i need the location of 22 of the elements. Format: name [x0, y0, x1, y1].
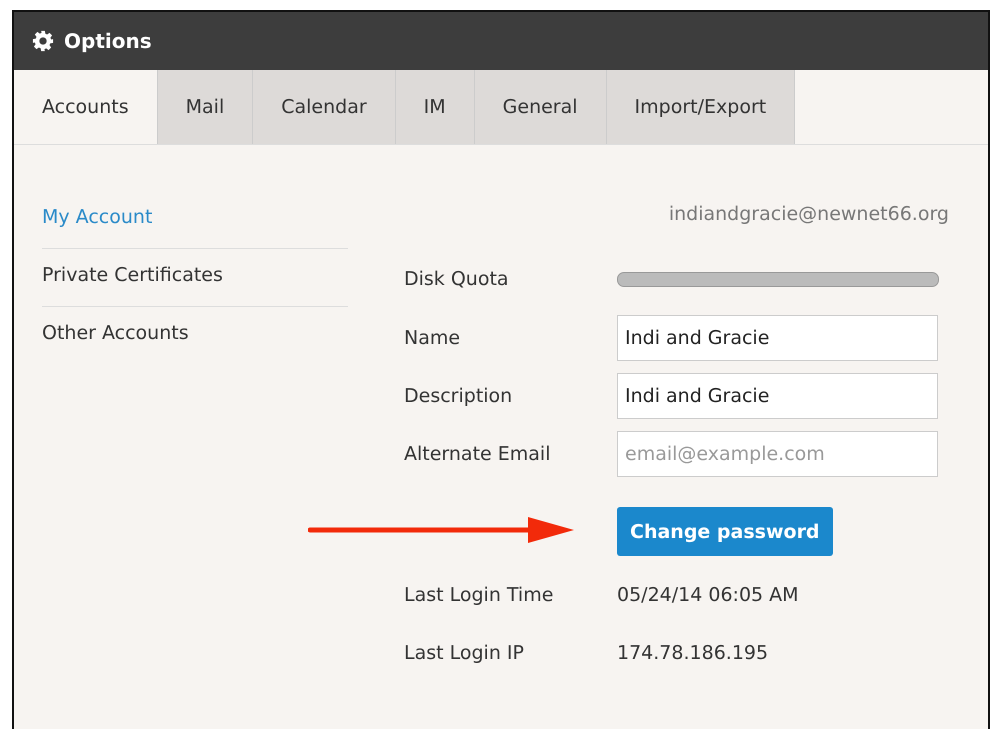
change-password-button[interactable]: Change password: [617, 507, 833, 556]
input-field[interactable]: Indi and Gracie: [617, 315, 938, 361]
window-title: Options: [64, 29, 152, 53]
info-label: Last Login Time: [404, 584, 554, 606]
tab[interactable]: IM: [396, 70, 475, 144]
sidebar-item[interactable]: Private Certificates: [42, 249, 348, 307]
info-value: 174.78.186.195: [617, 642, 768, 664]
account-email: indiandgracie@newnet66.org: [668, 202, 949, 225]
tab[interactable]: Import/Export: [606, 70, 796, 144]
field-label: Disk Quota: [404, 268, 510, 290]
info-label: Last Login IP: [404, 642, 525, 664]
field-label: Description: [404, 385, 514, 407]
gear-icon: [32, 30, 54, 52]
input-field[interactable]: Indi and Gracie: [617, 373, 938, 419]
sidebar-item[interactable]: Other Accounts: [42, 307, 348, 364]
info-value: 05/24/14 06:05 AM: [617, 584, 799, 606]
field-label: Alternate Email: [404, 443, 552, 465]
field-label: Name: [404, 327, 462, 349]
input-field[interactable]: email@example.com: [617, 431, 938, 477]
tab[interactable]: Calendar: [253, 70, 396, 144]
tab[interactable]: General: [474, 70, 607, 144]
tab[interactable]: Mail: [158, 70, 254, 144]
